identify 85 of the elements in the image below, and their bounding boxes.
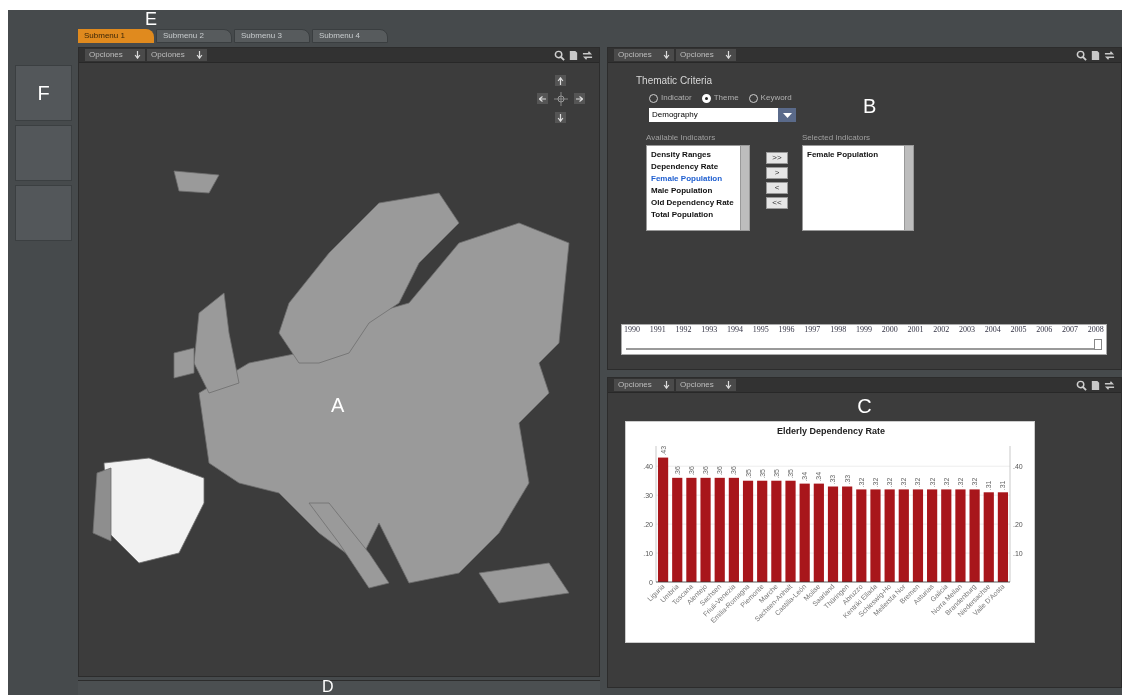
down-arrow-icon xyxy=(725,51,732,59)
list-item[interactable]: Density Ranges xyxy=(651,150,712,160)
year-label: 1998 xyxy=(830,326,847,334)
move-button[interactable]: < xyxy=(766,182,788,194)
swap-arrows-icon[interactable] xyxy=(582,49,593,61)
chart-title: Elderly Dependency Rate xyxy=(776,426,885,436)
options-dropdown[interactable]: Opciones xyxy=(85,49,145,61)
down-arrow-icon xyxy=(134,51,141,59)
options-dropdown[interactable]: Opciones xyxy=(614,379,674,391)
year-label: 1996 xyxy=(778,326,795,334)
year-label: 2008 xyxy=(1087,326,1104,334)
annotation-letter: D xyxy=(322,679,334,695)
search-icon[interactable] xyxy=(1076,379,1087,391)
list-item[interactable]: Old Dependency Rate xyxy=(651,198,734,208)
document-icon[interactable] xyxy=(568,49,579,61)
year-label: 2006 xyxy=(1036,326,1053,334)
year-label: 2007 xyxy=(1062,326,1078,334)
swap-arrows-icon[interactable] xyxy=(1104,379,1115,391)
section-title: Thematic Criteria xyxy=(636,74,713,88)
options-dropdown[interactable]: Opciones xyxy=(676,379,736,391)
list-item[interactable]: Dependency Rate xyxy=(651,162,719,172)
down-arrow-icon xyxy=(663,381,670,389)
slider-thumb[interactable] xyxy=(1094,339,1102,350)
tab[interactable]: Submenu 3 xyxy=(234,29,310,43)
year-label: 1992 xyxy=(675,326,692,334)
year-label: 2003 xyxy=(958,326,975,334)
list-item[interactable]: Female Population xyxy=(651,174,723,184)
radio-option[interactable]: Keyword xyxy=(748,92,792,104)
scrollbar[interactable] xyxy=(740,146,749,230)
radio-option[interactable]: Theme xyxy=(701,92,739,104)
year-label: 2004 xyxy=(984,326,1001,334)
sidebar-button[interactable]: F xyxy=(15,65,72,121)
arrow-icon xyxy=(539,94,546,103)
list-item[interactable]: Male Population xyxy=(651,186,713,196)
annotation-letter: B xyxy=(863,94,877,119)
pan-right-button[interactable] xyxy=(574,93,585,104)
list-item[interactable]: Total Population xyxy=(651,210,714,220)
list-heading: Available Indicators xyxy=(646,132,716,144)
move-button[interactable]: >> xyxy=(766,152,788,164)
tab[interactable]: Submenu 4 xyxy=(312,29,388,43)
down-arrow-icon xyxy=(663,51,670,59)
year-label: 1993 xyxy=(701,326,718,334)
radio-option[interactable]: Indicator xyxy=(649,92,692,104)
year-label: 1991 xyxy=(649,326,666,334)
year-label: 2005 xyxy=(1010,326,1027,334)
move-button[interactable]: << xyxy=(766,197,788,209)
down-arrow-icon xyxy=(725,381,732,389)
pan-left-button[interactable] xyxy=(537,93,548,104)
year-label: 2000 xyxy=(881,326,898,334)
year-label: 1994 xyxy=(727,326,744,334)
caret-icon xyxy=(782,112,792,118)
document-icon[interactable] xyxy=(1090,379,1101,391)
list-item[interactable]: Female Population xyxy=(807,150,879,160)
timeline-slider[interactable]: 1990 1991 1992 1993 1994 1995 1996 1997 1998 1999 2000 2001 2002 2003 2004 2005 2006 2007 2008 xyxy=(621,324,1107,355)
tab[interactable]: Submenu 2 xyxy=(156,29,232,43)
year-label: 2002 xyxy=(933,326,950,334)
scrollbar[interactable] xyxy=(904,146,913,230)
year-label: 1995 xyxy=(752,326,769,334)
radio-button[interactable] xyxy=(748,93,758,103)
theme-dropdown[interactable]: Demography xyxy=(649,108,796,122)
search-icon[interactable] xyxy=(554,49,565,61)
down-arrow-icon xyxy=(196,51,203,59)
arrow-icon xyxy=(557,113,564,122)
search-icon[interactable] xyxy=(1076,49,1087,61)
options-dropdown[interactable]: Opciones xyxy=(614,49,674,61)
arrow-icon xyxy=(557,76,564,85)
options-dropdown[interactable]: Opciones xyxy=(676,49,736,61)
radio-button[interactable] xyxy=(649,93,658,103)
year-label: 1990 xyxy=(624,326,640,334)
crosshair-icon[interactable] xyxy=(554,92,568,106)
document-icon[interactable] xyxy=(1090,49,1101,61)
annotation-letter: A xyxy=(331,393,345,418)
year-label: 1997 xyxy=(804,326,821,334)
year-label: 1999 xyxy=(855,326,872,334)
pan-up-button[interactable] xyxy=(555,75,566,86)
annotation-letter: C xyxy=(857,396,872,416)
list-heading: Selected Indicators xyxy=(802,132,871,144)
options-dropdown[interactable]: Opciones xyxy=(147,49,207,61)
pan-down-button[interactable] xyxy=(555,112,566,123)
swap-arrows-icon[interactable] xyxy=(1104,49,1115,61)
annotation-letter: E xyxy=(145,10,157,28)
arrow-icon xyxy=(576,94,583,103)
year-label: 2001 xyxy=(907,326,924,334)
move-button[interactable]: > xyxy=(766,167,788,179)
tab[interactable]: Submenu 1 xyxy=(78,29,154,43)
